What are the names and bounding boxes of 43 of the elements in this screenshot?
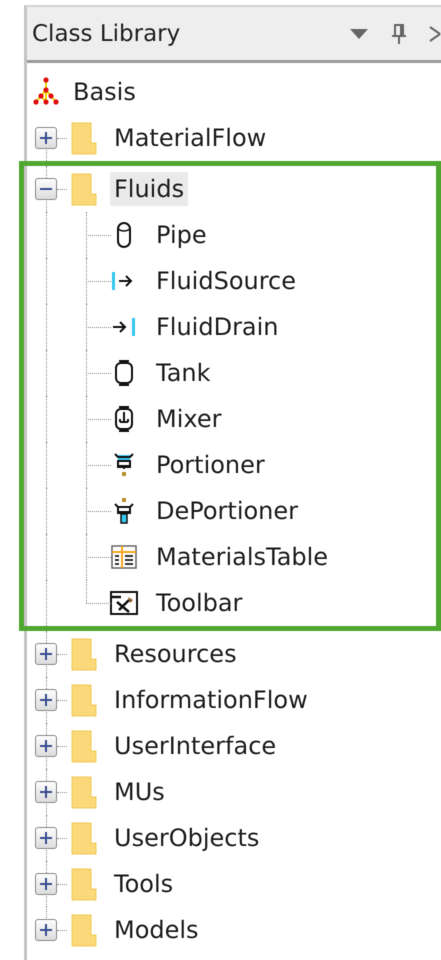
folder-icon <box>71 122 98 154</box>
tree-item[interactable]: DePortioner <box>152 494 302 528</box>
expand-button[interactable] <box>35 919 57 941</box>
tree-item[interactable]: Resources <box>110 637 241 671</box>
expand-button[interactable] <box>35 127 57 149</box>
expand-button[interactable] <box>35 643 57 665</box>
tree-item[interactable]: UserInterface <box>110 729 280 763</box>
tree-item[interactable]: MaterialFlow <box>110 121 270 155</box>
tree-item[interactable]: Toolbar <box>152 586 246 620</box>
tree-item[interactable]: FluidSource <box>152 264 300 298</box>
tree-item[interactable]: Tank <box>152 356 215 390</box>
expand-button[interactable] <box>35 827 57 849</box>
expand-button[interactable] <box>35 781 57 803</box>
tree-item[interactable]: Portioner <box>152 448 269 482</box>
folder-icon <box>71 868 98 900</box>
tree-item[interactable]: Models <box>110 913 203 947</box>
hierarchy-icon <box>31 77 61 107</box>
folder-icon <box>71 730 98 762</box>
pin-icon[interactable] <box>391 22 407 44</box>
tree-item[interactable]: Mixer <box>152 402 226 436</box>
close-icon[interactable] <box>429 26 441 42</box>
tree-item[interactable]: Pipe <box>152 218 211 252</box>
folder-icon <box>71 638 98 670</box>
tree-item[interactable]: MaterialsTable <box>152 540 332 574</box>
panel-title: Class Library <box>32 20 182 46</box>
expand-button[interactable] <box>35 873 57 895</box>
tree-item[interactable]: Tools <box>110 867 178 901</box>
folder-icon <box>71 822 98 854</box>
folder-icon <box>71 684 98 716</box>
tree-item[interactable]: FluidDrain <box>152 310 283 344</box>
tree-item[interactable]: UserObjects <box>110 821 264 855</box>
tools-icon <box>109 588 139 618</box>
expand-button[interactable] <box>35 735 57 757</box>
collapse-button[interactable] <box>35 178 57 200</box>
tree-item[interactable]: MUs <box>110 775 169 809</box>
folder-icon <box>71 172 98 206</box>
folder-icon <box>71 776 98 808</box>
folder-icon <box>71 914 98 946</box>
tree-item[interactable]: Fluids <box>110 172 188 206</box>
dropdown-icon[interactable] <box>349 28 369 40</box>
tree-item[interactable]: InformationFlow <box>110 683 312 717</box>
tree-root[interactable]: Basis <box>69 75 140 109</box>
expand-button[interactable] <box>35 689 57 711</box>
